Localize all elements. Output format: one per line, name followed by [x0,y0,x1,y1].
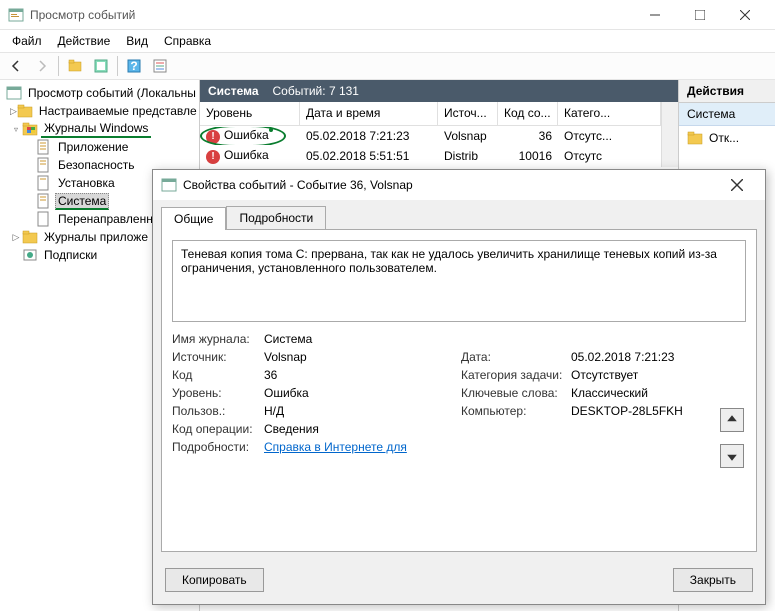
table-row[interactable]: !Ошибка 05.02.2018 7:21:23 Volsnap 36 От… [200,126,661,146]
error-icon: ! [206,150,220,164]
minimize-button[interactable] [632,1,677,29]
eventviewer-icon [6,85,22,101]
folder-open-icon [687,130,703,146]
folder-icon [22,229,38,245]
menu-action[interactable]: Действие [50,32,119,50]
scrollbar[interactable] [661,102,678,167]
list-header: Система Событий: 7 131 [200,80,678,102]
tab-content: Теневая копия тома C: прервана, так как … [161,229,757,552]
event-properties-dialog: Свойства событий - Событие 36, Volsnap О… [152,169,766,605]
title-bar: Просмотр событий [0,0,775,30]
dialog-tabs: Общие Подробности [153,200,765,229]
toolbar: ? [0,52,775,80]
list-header-name: Система [208,84,259,98]
actions-title: Действия [679,80,775,103]
col-datetime[interactable]: Дата и время [300,102,438,125]
close-dialog-button[interactable]: Закрыть [673,568,753,592]
event-message: Теневая копия тома C: прервана, так как … [172,240,746,322]
copy-button[interactable]: Копировать [165,568,264,592]
dialog-close-button[interactable] [717,171,757,199]
menu-view[interactable]: Вид [118,32,156,50]
app-icon [8,7,24,23]
menu-help[interactable]: Справка [156,32,219,50]
tab-details[interactable]: Подробности [226,206,326,229]
log-icon [36,157,52,173]
dialog-titlebar: Свойства событий - Событие 36, Volsnap [153,170,765,200]
next-event-button[interactable] [720,444,744,468]
expand-icon[interactable]: ▷ [10,232,22,243]
subs-icon [22,247,38,263]
action-open[interactable]: Отк... [679,126,775,150]
menu-file[interactable]: Файл [4,32,50,50]
toolbar-btn-3[interactable] [148,54,172,78]
expand-icon[interactable]: ▷ [10,106,17,117]
log-icon [36,211,52,227]
column-headers: Уровень Дата и время Источ... Код со... … [200,102,661,126]
toolbar-btn-1[interactable] [63,54,87,78]
svg-text:?: ? [130,59,137,73]
table-row[interactable]: !Ошибка 05.02.2018 5:51:51 Distrib 10016… [200,146,661,166]
dialog-title: Свойства событий - Событие 36, Volsnap [183,178,717,192]
maximize-button[interactable] [677,1,722,29]
close-button[interactable] [722,1,767,29]
col-source[interactable]: Источ... [438,102,498,125]
help-link[interactable]: Справка в Интернете для [264,440,407,454]
tree-custom-views[interactable]: ▷ Настраиваемые представле [2,102,197,120]
winlogs-icon [22,121,38,137]
dialog-icon [161,177,177,193]
menu-bar: Файл Действие Вид Справка [0,30,775,52]
collapse-icon[interactable]: ▿ [10,125,22,134]
actions-system: Система [679,103,775,126]
col-code[interactable]: Код со... [498,102,558,125]
col-category[interactable]: Катего... [558,102,661,125]
tree-application[interactable]: Приложение [2,138,197,156]
tree-windows-logs[interactable]: ▿ Журналы Windows [2,120,197,138]
back-button[interactable] [4,54,28,78]
help-icon[interactable]: ? [122,54,146,78]
folder-icon [17,103,33,119]
log-icon [36,139,52,155]
log-icon [36,193,52,209]
col-level[interactable]: Уровень [200,102,300,125]
window-title: Просмотр событий [30,8,632,22]
tree-root[interactable]: Просмотр событий (Локальны [2,84,197,102]
toolbar-btn-2[interactable] [89,54,113,78]
prev-event-button[interactable] [720,408,744,432]
forward-button[interactable] [30,54,54,78]
tab-general[interactable]: Общие [161,207,226,230]
log-icon [36,175,52,191]
